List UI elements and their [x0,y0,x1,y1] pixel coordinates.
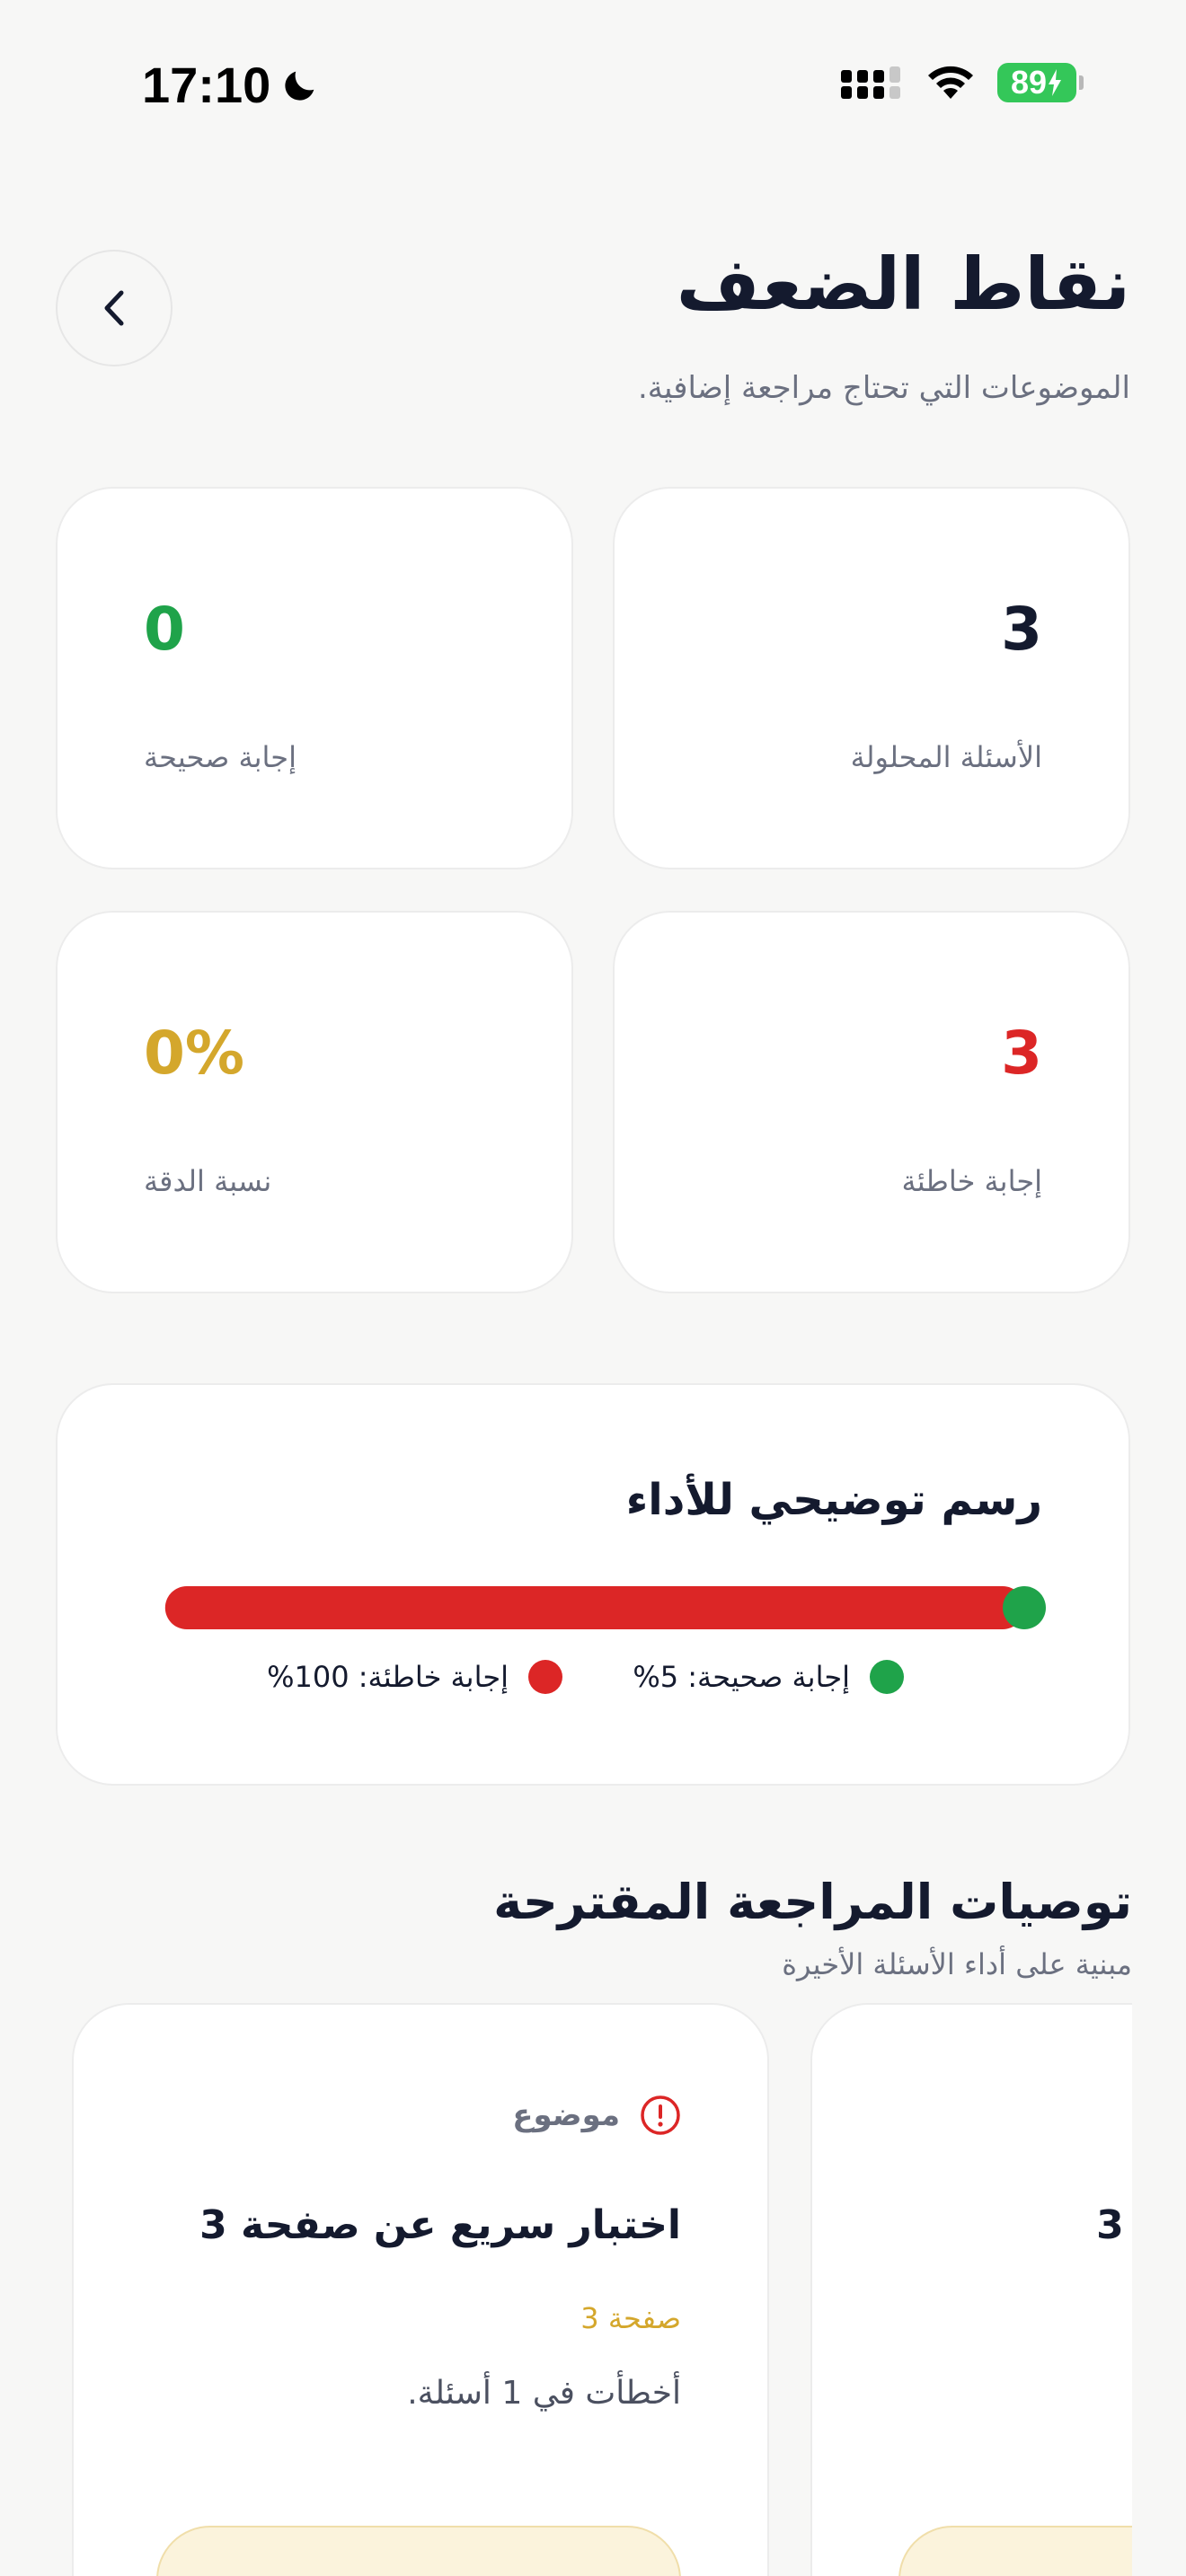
back-button[interactable] [56,250,173,366]
stat-card-solved: 3 الأسئلة المحلولة [613,487,1130,869]
recommendation-type-label: موضوع [512,2097,620,2133]
recommendation-page: صفحة 3 [580,2301,681,2335]
bar-segment-wrong [164,1586,1025,1629]
legend-label-wrong: إجابة خاطئة: 100% [267,1660,509,1694]
cellular-signal-icon [841,66,900,99]
recommendations-carousel[interactable]: موضوع اختبار سريع عن صفحة 3 صفحة 3 أخطأت… [0,2003,1132,2576]
status-time-text: 17:10 [142,57,271,113]
stat-value-solved: 3 [1001,595,1042,664]
legend-item-correct: إجابة صحيحة: 5% [633,1660,904,1694]
moon-icon [285,71,314,101]
bar-segment-correct [1003,1586,1046,1629]
legend-dot-wrong [528,1660,562,1694]
recommendation-type: موضوع [512,2095,681,2136]
recommendations-subtitle: مبنية على أداء الأسئلة الأخيرة [782,1947,1132,1981]
charging-bolt-icon [1049,69,1062,96]
stat-value-correct: 0 [144,595,185,664]
stat-label-solved: الأسئلة المحلولة [850,740,1042,774]
wifi-icon [928,66,973,99]
stat-label-correct: إجابة صحيحة [144,740,296,774]
recommendation-title: اختبار سريع عن صفحة 3 [199,2202,681,2248]
recommendation-title: اختبار سريع عن صفحة 3 [1096,2202,1132,2248]
battery-indicator: 89 [997,63,1084,102]
recommendation-description: أخطأت في 1 أسئلة. [407,2375,681,2412]
chevron-left-icon [104,290,124,326]
stat-label-wrong: إجابة خاطئة [901,1164,1042,1198]
weak-points-screen: 17:10 89 نقاط الضعف الموضوعات التي تحتاج… [0,0,1186,2576]
stat-label-accuracy: نسبة الدقة [144,1164,272,1198]
recommendation-card[interactable]: موضوع اختبار سريع عن صفحة 3 صفحة 3 أخطأت… [72,2003,769,2576]
status-indicators: 89 [839,63,1084,102]
stat-value-wrong: 3 [1001,1019,1042,1088]
page-title: نقاط الضعف [676,243,1130,326]
recommendations-title: توصيات المراجعة المقترحة [493,1874,1132,1930]
recommendation-action-button[interactable] [898,2526,1132,2576]
legend-dot-correct [870,1660,904,1694]
legend-label-correct: إجابة صحيحة: 5% [633,1660,850,1694]
stat-value-accuracy: 0% [144,1019,245,1088]
stat-card-correct: 0 إجابة صحيحة [56,487,573,869]
performance-chart-card: رسم توضيحي للأداء إجابة صحيحة: 5% إجابة … [56,1383,1130,1786]
stat-card-accuracy: 0% نسبة الدقة [56,911,573,1293]
recommendation-action-button[interactable] [156,2526,681,2576]
battery-level: 89 [1010,64,1048,101]
page-subtitle: الموضوعات التي تحتاج مراجعة إضافية. [637,370,1130,406]
recommendation-card[interactable]: اختبار سريع عن صفحة 3 [810,2003,1132,2576]
stat-card-wrong: 3 إجابة خاطئة [613,911,1130,1293]
status-time: 17:10 [142,56,321,114]
alert-circle-icon [641,2095,680,2135]
performance-bar-chart [164,1586,1046,1629]
legend-item-wrong: إجابة خاطئة: 100% [267,1660,562,1694]
